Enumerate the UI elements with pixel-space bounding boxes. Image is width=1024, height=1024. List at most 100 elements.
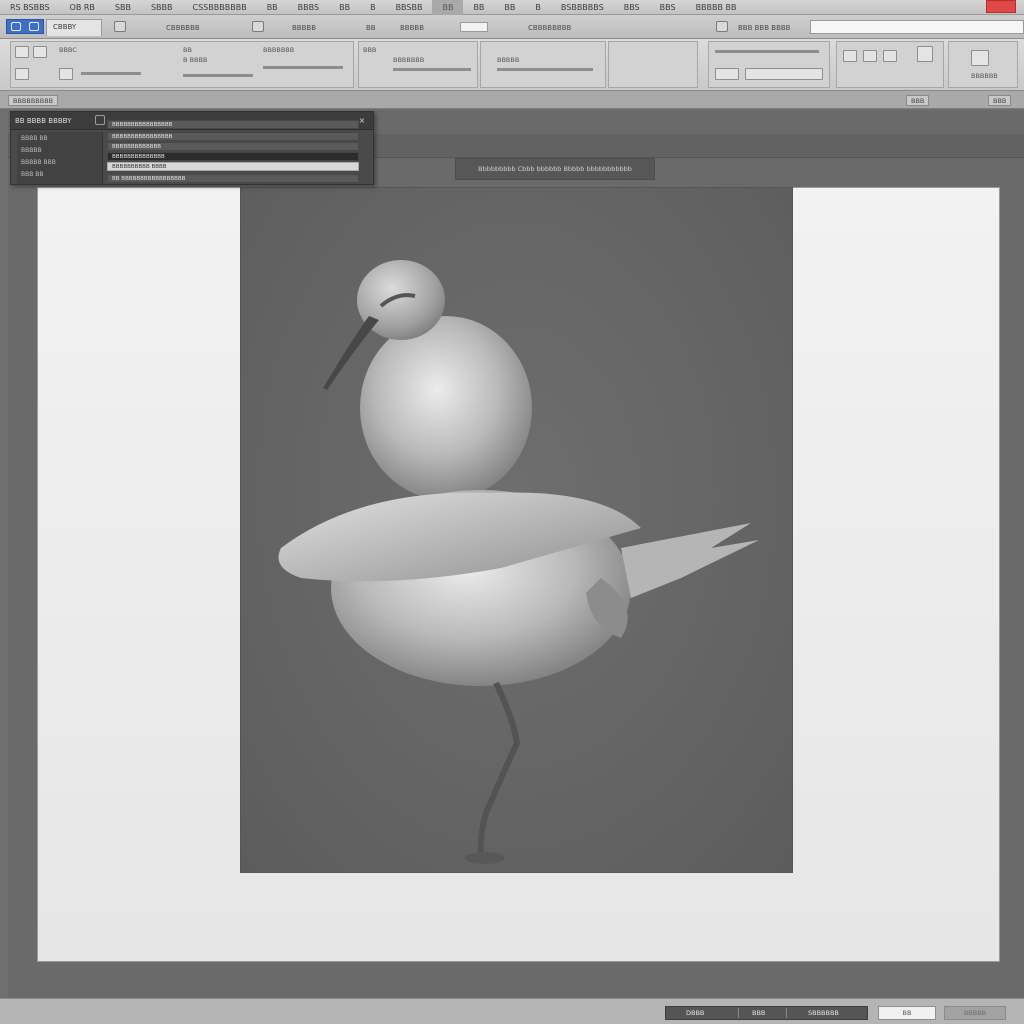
tool-icon[interactable] <box>716 21 728 32</box>
cancel-button[interactable]: BBBBB <box>944 1006 1006 1020</box>
menu-item[interactable]: BBS <box>614 0 650 15</box>
list-item[interactable]: BBBBBBBBBBBBBBBB <box>107 132 359 141</box>
tab-label[interactable]: CBBBBBB <box>166 21 200 35</box>
ribbon-slider[interactable] <box>715 50 819 53</box>
ribbon-label: BBBBBBB <box>393 56 425 64</box>
tab-label[interactable]: BB <box>366 21 376 35</box>
list-item[interactable]: BBBBBBBBBBBBB <box>107 142 359 151</box>
ribbon-label: B BBBB <box>183 56 208 64</box>
strip-chip[interactable]: BBB <box>906 95 930 106</box>
tool-icon[interactable] <box>15 68 29 80</box>
ribbon-label: BBBBBB <box>971 72 998 80</box>
panel-icon[interactable] <box>95 115 105 125</box>
menu-item[interactable]: BBBS <box>288 0 329 15</box>
menu-item[interactable]: BSBBBBBS <box>551 0 614 15</box>
tab-label[interactable]: CBBBBBBBB <box>528 21 571 35</box>
menu-item[interactable]: RS BSBBS <box>0 0 60 15</box>
bottom-bar: DBBB BBB SBBBBBB BB BBBBB <box>0 998 1024 1024</box>
bird-photo[interactable] <box>240 187 793 873</box>
panel-list: BBBBBBBBBBBBBBBB BBBBBBBBBBBBBBBB BBBBBB… <box>107 118 371 184</box>
tab-label[interactable]: BBBBB <box>400 21 424 35</box>
menu-item[interactable]: SBBB <box>141 0 183 15</box>
ribbon-slider[interactable] <box>183 74 253 77</box>
divider <box>738 1008 739 1018</box>
menu-item[interactable]: B <box>360 0 386 15</box>
panel-title: BB BBBB BBBBY <box>15 117 72 125</box>
ribbon-group: BBBC BB B BBBB BBBBBBB <box>10 41 354 88</box>
panel-tab[interactable]: BBBBB <box>21 146 42 155</box>
app-icon[interactable] <box>6 19 44 34</box>
menu-item[interactable]: BBBBB BB <box>686 0 747 15</box>
menu-item[interactable]: BBSBB <box>386 0 433 15</box>
list-item-label: BBBBBBBBBBBBBBBB <box>112 122 173 128</box>
ribbon-group <box>708 41 830 88</box>
close-icon[interactable] <box>986 0 1016 13</box>
zoom-mode: SBBBBBB <box>808 1009 839 1017</box>
tool-icon[interactable] <box>33 46 47 58</box>
panel-tab[interactable]: BBBBB BBB <box>21 158 56 167</box>
list-item[interactable]: BBBBBBBBBBBBBBBB <box>107 120 359 129</box>
menu-item[interactable]: BB <box>494 0 525 15</box>
list-item-label: BBBBBBBBBB BBBB <box>112 164 167 170</box>
menu-item[interactable]: OB RB <box>60 0 105 15</box>
menu-item[interactable]: BB <box>463 0 494 15</box>
ribbon-label: BBB <box>363 46 377 54</box>
list-item[interactable]: BBBBBBBBBBBBBB <box>107 152 359 161</box>
tab-toggle[interactable] <box>460 22 488 32</box>
ribbon-group: BBBBBB <box>948 41 1018 88</box>
ribbon-group: BBB BBBBBBB <box>358 41 478 88</box>
ribbon-label: BBBBBBB <box>263 46 295 54</box>
menu-item[interactable]: CSSBBBBBBB <box>183 0 257 15</box>
menu-bar: RS BSBBS OB RB SBB SBBB CSSBBBBBBB BB BB… <box>0 0 1024 15</box>
list-item[interactable]: BBBBBBBBBB BBBB <box>107 162 359 171</box>
list-item[interactable]: BB BBBBBBBBBBBBBBBBB <box>107 174 359 183</box>
search-input[interactable] <box>810 20 1024 34</box>
ribbon-label: BB <box>183 46 192 54</box>
panel-tab[interactable]: BBB BB <box>21 170 44 179</box>
tab-label[interactable]: BBBBB <box>292 21 316 35</box>
tool-icon[interactable] <box>15 46 29 58</box>
menu-item[interactable]: B <box>525 0 551 15</box>
ribbon-slider[interactable] <box>263 66 343 69</box>
bird-image <box>278 260 759 864</box>
list-item-label: BBBBBBBBBBBBBBBB <box>112 134 173 140</box>
tool-icon[interactable] <box>883 50 897 62</box>
tool-icon[interactable] <box>843 50 857 62</box>
layers-panel[interactable]: BB BBBB BBBBY × BBBB BB BBBBB BBBBB BBB … <box>10 111 374 185</box>
tool-icon[interactable] <box>971 50 989 66</box>
ribbon-group <box>836 41 944 88</box>
ok-button[interactable]: BB <box>878 1006 936 1020</box>
tool-icon[interactable] <box>59 68 73 80</box>
tool-icon[interactable] <box>863 50 877 62</box>
tool-icon[interactable] <box>252 21 264 32</box>
menu-item[interactable]: BB <box>329 0 360 15</box>
divider <box>786 1008 787 1018</box>
list-item-label: BBBBBBBBBBBBB <box>112 144 162 150</box>
ribbon-group <box>608 41 698 88</box>
ribbon-slider[interactable] <box>81 72 141 75</box>
strip-label: BBBBBBBBB <box>8 95 59 106</box>
search-label: BBB BBB BBBB <box>738 24 791 32</box>
panel-tabs: BBBB BB BBBBB BBBBB BBB BBB BB <box>17 132 103 184</box>
tab-row: CBBBY CBBBBBB BBBBB BB BBBBB CBBBBBBBB B… <box>0 15 1024 39</box>
panel-tab[interactable]: BBBB BB <box>21 134 48 143</box>
menu-item[interactable]: BBS <box>650 0 686 15</box>
tool-icon[interactable] <box>745 68 823 80</box>
zoom-control[interactable]: DBBB BBB SBBBBBB <box>665 1006 868 1020</box>
strip-chip[interactable]: BBB <box>988 95 1012 106</box>
menu-item[interactable]: BB <box>257 0 288 15</box>
info-strip: BBBBBBBBB BBB BBB <box>0 91 1024 109</box>
tool-icon[interactable] <box>114 21 126 32</box>
menu-item[interactable]: BB <box>432 0 464 15</box>
ribbon-slider[interactable] <box>497 68 593 71</box>
tool-icon[interactable] <box>917 46 933 62</box>
ribbon: BBBC BB B BBBB BBBBBBB BBB BBBBBBB BBBBB… <box>0 39 1024 91</box>
tool-icon[interactable] <box>715 68 739 80</box>
ribbon-slider[interactable] <box>393 68 471 71</box>
ribbon-label: BBBC <box>59 46 77 54</box>
menu-item[interactable]: SBB <box>105 0 141 15</box>
zoom-value: DBBB <box>686 1009 705 1017</box>
zoom-unit: BBB <box>752 1009 766 1017</box>
list-item-label: BBBBBBBBBBBBBB <box>112 154 165 160</box>
tab-document[interactable]: CBBBY <box>46 19 102 36</box>
